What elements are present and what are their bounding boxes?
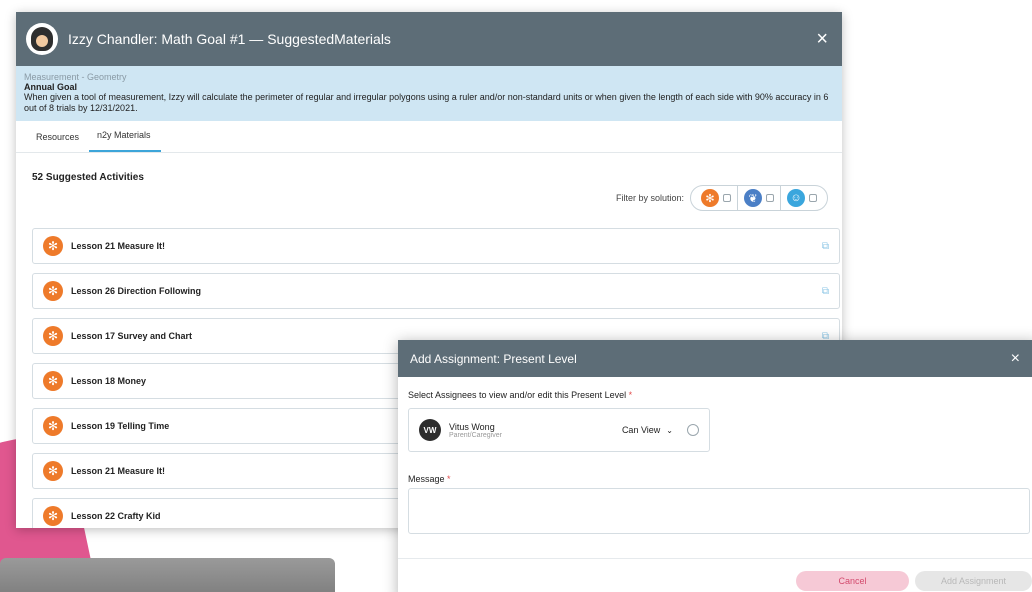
list-item[interactable]: ✻ Lesson 26 Direction Following ⧉ [32,273,840,309]
filter-label: Filter by solution: [615,193,684,203]
snowflake-icon: ✻ [43,281,63,301]
assignees-label-text: Select Assignees to view and/or edit thi… [408,390,627,400]
person-icon: ☺ [787,189,805,207]
assignee-role: Parent/Caregiver [449,431,502,439]
snowflake-icon: ✻ [43,371,63,391]
filter-group: ✻ ❦ ☺ [690,185,828,211]
tab-bar: Resources n2y Materials [16,121,842,153]
snowflake-icon: ✻ [43,506,63,526]
filter-chip-person[interactable]: ☺ [780,186,823,210]
external-link-icon[interactable]: ⧉ [822,241,829,252]
filter-chip-snowflake[interactable]: ✻ [695,186,737,210]
filter-checkbox[interactable] [723,194,731,202]
message-label: Message * [408,474,451,484]
avatar [26,23,58,55]
goal-label: Annual Goal [24,82,78,92]
leaf-icon: ❦ [744,189,762,207]
snowflake-icon: ✻ [701,189,719,207]
required-mark: * [628,390,633,400]
filter-chip-leaf[interactable]: ❦ [737,186,780,210]
goal-text: When given a tool of measurement, Izzy w… [24,92,829,113]
snowflake-icon: ✻ [43,461,63,481]
activities-count: 52 Suggested Activities [32,172,144,183]
activity-title: Lesson 26 Direction Following [71,286,202,296]
list-item[interactable]: ✻ Lesson 21 Measure It! ⧉ [32,228,840,264]
solution-filter: Filter by solution: ✻ ❦ ☺ [616,185,828,211]
permission-dropdown[interactable]: Can View ⌄ [622,425,673,435]
required-mark: * [447,474,451,484]
message-field[interactable] [408,488,1030,534]
snowflake-icon: ✻ [43,326,63,346]
dialog-title: Add Assignment: Present Level [410,351,577,366]
goal-category: Measurement - Geometry [24,72,127,82]
add-assignment-dialog: Add Assignment: Present Level × Select A… [398,340,1032,592]
cancel-button[interactable]: Cancel [796,571,909,591]
filter-checkbox[interactable] [809,194,817,202]
snowflake-icon: ✻ [43,416,63,436]
assignee-radio[interactable] [687,424,699,436]
tab-n2y-materials[interactable]: n2y Materials [89,130,161,152]
assignee-card: VW Vitus Wong Parent/Caregiver Can View ⌄ [408,408,710,452]
close-icon[interactable]: × [1011,350,1020,368]
window-header: Izzy Chandler: Math Goal #1 — SuggestedM… [16,12,842,66]
dialog-header: Add Assignment: Present Level × [398,340,1032,377]
assignee-name: Vitus Wong [449,421,495,432]
assignee-info: Vitus Wong Parent/Caregiver [449,422,622,439]
tab-resources[interactable]: Resources [28,132,89,152]
external-link-icon[interactable]: ⧉ [822,286,829,297]
close-icon[interactable]: × [816,28,828,51]
permission-value: Can View [621,425,661,435]
message-label-text: Message [408,474,445,484]
assignees-label: Select Assignees to view and/or edit thi… [408,390,632,400]
window-title: Izzy Chandler: Math Goal #1 — SuggestedM… [68,31,391,47]
avatar: VW [419,419,441,441]
add-assignment-button[interactable]: Add Assignment [915,571,1032,591]
snowflake-icon: ✻ [43,236,63,256]
filter-checkbox[interactable] [766,194,774,202]
chevron-down-icon: ⌄ [666,426,673,435]
background-laptop [0,558,335,592]
dialog-footer: Cancel Add Assignment [398,558,1032,592]
activity-title: Lesson 21 Measure It! [71,241,166,251]
goal-banner: Measurement - Geometry Annual Goal When … [16,66,842,121]
avatar-face-icon [31,27,53,51]
